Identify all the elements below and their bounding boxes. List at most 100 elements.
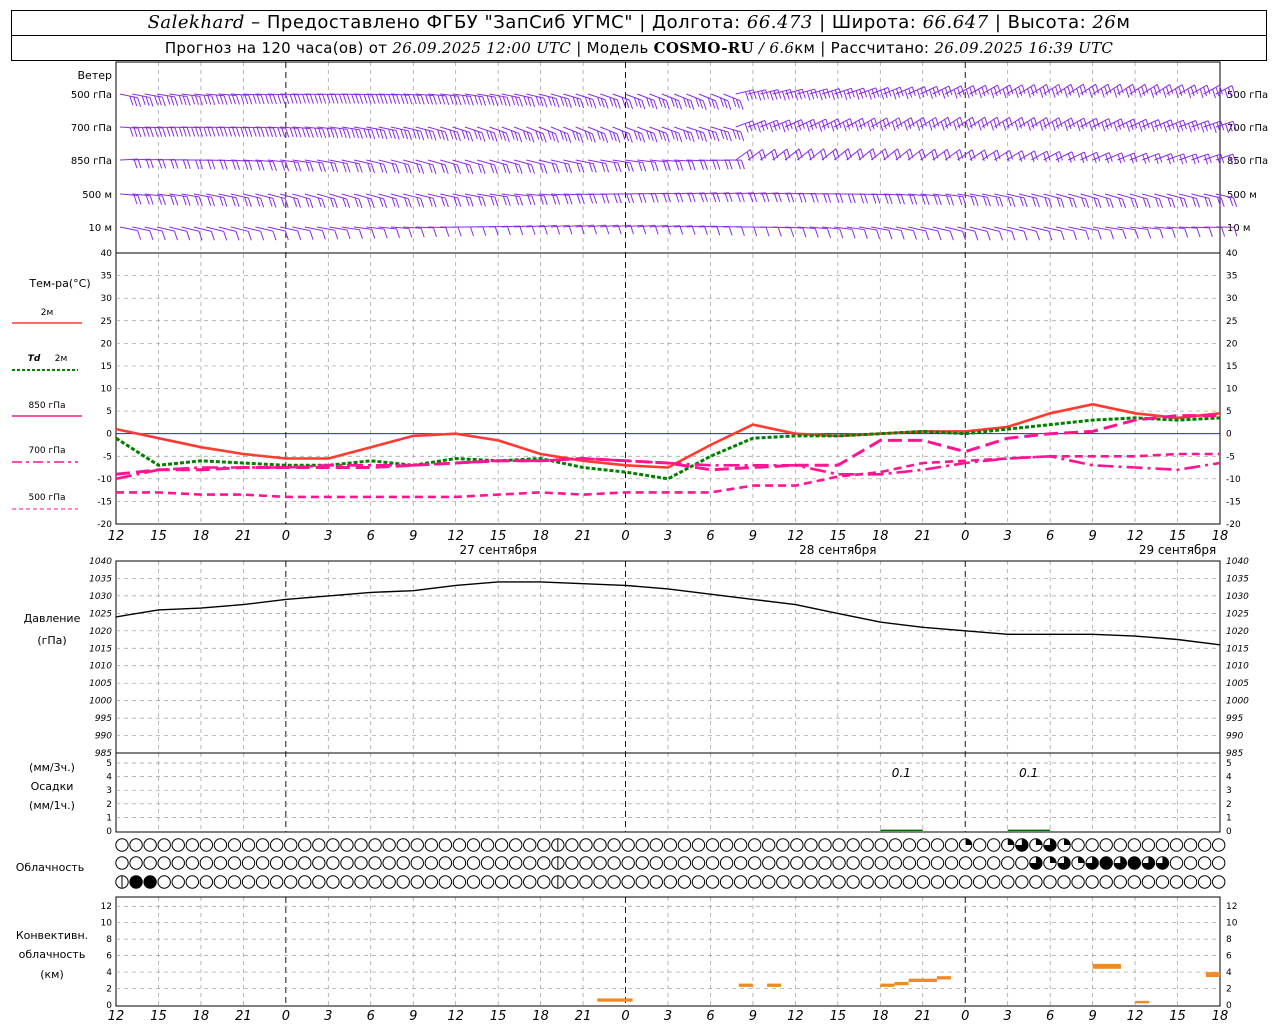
cloud-cover-symbol xyxy=(776,838,790,852)
cloud-cover-symbol xyxy=(860,838,874,852)
wind-barb-feather xyxy=(702,100,707,110)
cloud-circle xyxy=(354,838,368,852)
wind-barb-feather xyxy=(346,129,351,139)
wind-barb-feather xyxy=(1039,121,1044,131)
wind-barb-feather xyxy=(761,90,766,100)
wind-barb-feather xyxy=(1011,231,1016,241)
cloud-circle xyxy=(438,875,453,889)
wind-barb-feather xyxy=(346,94,351,104)
wind-barb-feather xyxy=(736,130,741,140)
wind-barb-feather xyxy=(876,194,881,204)
wind-barb-feather xyxy=(404,94,409,105)
wind-barb-feather xyxy=(272,230,277,241)
cloud-cover-symbol xyxy=(551,838,565,852)
cloud-circle xyxy=(677,856,692,870)
wind-barb-feather xyxy=(260,231,265,241)
wind-barb-feather xyxy=(1113,122,1118,132)
wind-barb-feather xyxy=(145,159,150,169)
cloud-cover-symbol xyxy=(818,875,832,889)
wind-barb-feather xyxy=(407,198,412,208)
cloud-circle xyxy=(480,875,495,889)
wind-barb-feather xyxy=(502,163,507,173)
wind-barb-feather xyxy=(823,193,828,203)
wind-barb-feather xyxy=(605,194,610,204)
cloud-cover-symbol xyxy=(255,838,270,852)
wind-barb-feather xyxy=(690,100,695,110)
cloud-circle xyxy=(508,856,523,870)
cloud-cover-symbol xyxy=(607,838,621,852)
cloud-cover-symbol xyxy=(1127,838,1142,852)
cloud-cover-symbol xyxy=(452,856,467,870)
wind-barb-feather xyxy=(728,160,733,170)
wind-barb-feather xyxy=(777,227,782,237)
cloud-cover-symbol xyxy=(790,856,804,870)
x-tick-label-mid: 12 xyxy=(108,529,125,544)
wind-barb-feather xyxy=(223,160,228,170)
wind-barb-feather xyxy=(814,88,819,99)
wind-barb-feather xyxy=(895,119,900,129)
wind-barb-feather xyxy=(814,228,819,238)
wind-barb-feather xyxy=(1146,198,1151,209)
wind-barb-feather xyxy=(420,164,425,174)
wind-barb-feather xyxy=(1187,123,1192,133)
x-tick-label-bottom: 15 xyxy=(490,1009,507,1024)
wind-barb-feather xyxy=(700,160,704,170)
wind-barb-feather xyxy=(593,194,598,204)
cloud-circle xyxy=(284,856,298,870)
temp-title: Тем-ра(°C) xyxy=(28,277,90,290)
wind-barb-feather xyxy=(1109,198,1114,209)
wind-barb-feather xyxy=(210,231,215,241)
legend-700-label: 700 гПа xyxy=(28,446,65,456)
wind-barb-feather xyxy=(256,127,261,137)
cloud-circle xyxy=(1029,875,1043,889)
wind-barb-feather xyxy=(1054,86,1059,96)
wind-barb-feather xyxy=(244,196,248,207)
wind-barb-feather xyxy=(404,129,409,140)
wind-barb-feather xyxy=(370,198,375,209)
wind-barb-feather xyxy=(985,85,989,95)
cloud-circle xyxy=(382,875,396,889)
cloud-circle xyxy=(944,875,959,889)
wind-barb-feather xyxy=(1141,86,1146,96)
wind-barb-feather xyxy=(663,193,668,203)
wind-barb-feather xyxy=(432,131,437,141)
wind-barb-feather xyxy=(675,193,680,203)
wind-barb-feather xyxy=(129,127,134,137)
cloud-cover-symbol xyxy=(241,838,256,852)
pressure-tick-right: 1005 xyxy=(1226,679,1249,689)
cloud-cover-symbol xyxy=(157,856,171,870)
wind-barb-feather xyxy=(219,160,224,170)
wind-barb-feather xyxy=(765,227,770,237)
cloud-cover-symbol xyxy=(1071,838,1085,852)
cloud-cover-symbol xyxy=(410,856,424,870)
wind-barb-feather xyxy=(850,88,855,98)
wind-barb-feather xyxy=(490,163,495,173)
wind-barb-feather xyxy=(137,230,142,240)
wind-barb-feather xyxy=(999,231,1003,241)
wind-barb-feather xyxy=(798,193,803,203)
cloud-circle xyxy=(298,838,312,852)
cloud-circle xyxy=(494,838,509,852)
wind-barb-feather xyxy=(653,133,658,143)
wind-barb-feather xyxy=(1215,87,1220,97)
x-tick-label-bottom: 6 xyxy=(706,1009,714,1024)
wind-barb-feather xyxy=(1204,197,1209,207)
cloud-circle xyxy=(916,838,931,852)
wind-barb-feather xyxy=(505,132,510,143)
wind-barb-feather xyxy=(740,159,745,170)
wind-barb-feather xyxy=(1179,197,1184,207)
wind-barb-feather xyxy=(1200,123,1205,133)
wind-barb-feather xyxy=(904,89,909,100)
wind-barb-feather xyxy=(186,159,191,169)
cloud-cover-symbol xyxy=(1197,838,1212,852)
wind-barb-feather xyxy=(1128,86,1133,96)
cloud-cover-symbol xyxy=(1127,856,1142,870)
x-tick-label-mid: 6 xyxy=(706,529,714,544)
wind-barb-feather xyxy=(318,162,323,172)
wind-barb-feather xyxy=(272,198,277,208)
wind-barb-feather xyxy=(428,130,433,140)
precip-tick-left: 0 xyxy=(106,827,112,837)
wind-barb-feather xyxy=(1021,84,1026,94)
cloud-circle xyxy=(1113,875,1127,889)
wind-barb-feather xyxy=(1175,123,1180,133)
